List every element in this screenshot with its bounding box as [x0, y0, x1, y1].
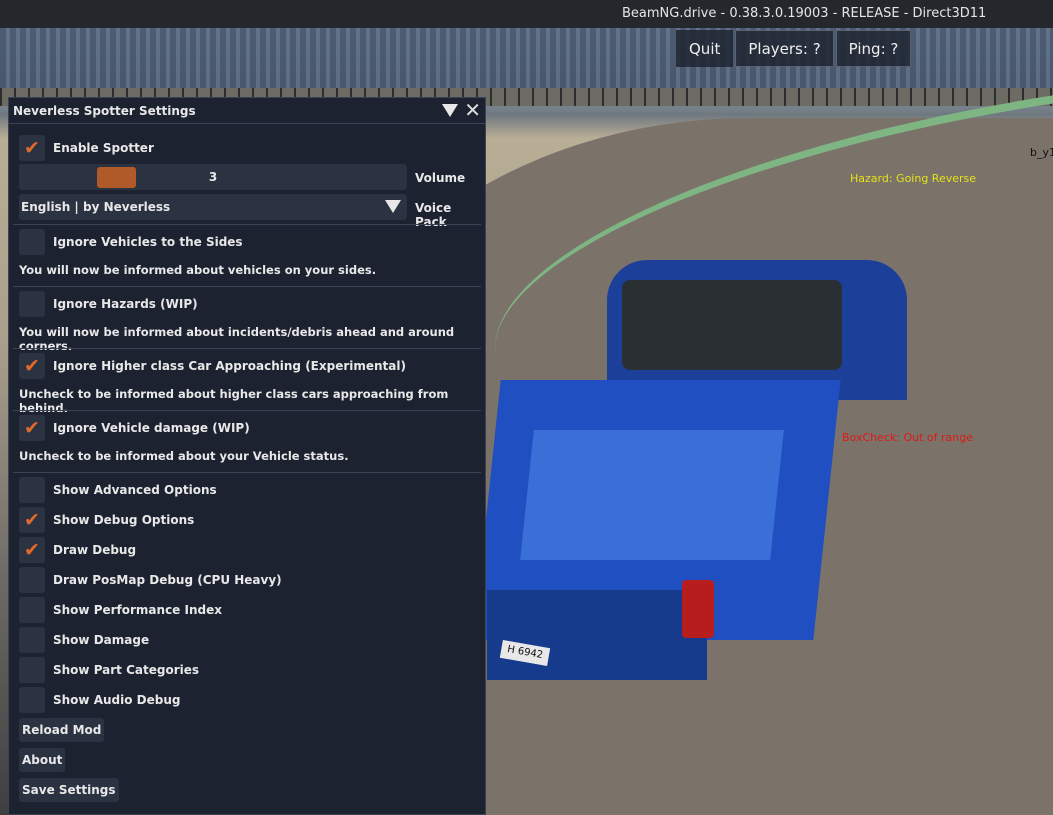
checkbox-box [19, 567, 45, 593]
ping-button[interactable]: Ping: ? [835, 30, 912, 67]
option-checkbox[interactable]: Show Part Categories [19, 657, 199, 683]
checkbox-label: Show Performance Index [53, 603, 222, 617]
checkbox-box [19, 657, 45, 683]
checkbox-label: Show Debug Options [53, 513, 195, 527]
divider [13, 224, 481, 225]
section-checkbox[interactable]: Ignore Vehicles to the Sides [19, 229, 243, 255]
voice-pack-dropdown[interactable]: English | by Neverless [19, 194, 407, 220]
window-title: Neverless Spotter Settings [13, 104, 196, 118]
section-checkbox[interactable]: ✔ Ignore Higher class Car Approaching (E… [19, 353, 406, 379]
window-titlebar: BeamNG.drive - 0.38.3.0.19003 - RELEASE … [0, 0, 1053, 28]
section-description: You will now be informed about vehicles … [19, 263, 377, 277]
option-checkbox[interactable]: ✔ Show Debug Options [19, 507, 194, 533]
save-settings-button[interactable]: Save Settings [19, 778, 119, 802]
pickup-truck: H 6942 [473, 260, 917, 700]
players-button[interactable]: Players: ? [735, 30, 834, 67]
debug-label: b_y1 [1030, 146, 1053, 159]
section-description: Uncheck to be informed about your Vehicl… [19, 449, 349, 463]
divider [13, 472, 481, 473]
checkbox-label: Enable Spotter [53, 141, 154, 155]
checkbox-label: Ignore Vehicles to the Sides [53, 235, 243, 249]
divider [13, 286, 481, 287]
section-checkbox[interactable]: Ignore Hazards (WIP) [19, 291, 198, 317]
checkmark-icon: ✔ [19, 353, 45, 379]
checkbox-label: Show Part Categories [53, 663, 200, 677]
top-bar: Quit Players: ? Ping: ? [676, 30, 912, 67]
checkmark-icon: ✔ [19, 135, 45, 161]
checkbox-label: Draw PosMap Debug (CPU Heavy) [53, 573, 282, 587]
divider [13, 348, 481, 349]
boxcheck-debug-text: BoxCheck: Out of range [842, 431, 974, 444]
about-button[interactable]: About [19, 748, 66, 772]
divider [13, 410, 481, 411]
checkbox-label: Draw Debug [53, 543, 137, 557]
chevron-down-icon [385, 200, 401, 213]
close-icon[interactable]: ✕ [464, 100, 481, 120]
slider-knob[interactable] [97, 167, 136, 188]
checkbox-box [19, 597, 45, 623]
volume-slider[interactable]: 3 [19, 164, 407, 190]
option-checkbox[interactable]: Show Audio Debug [19, 687, 180, 713]
option-checkbox[interactable]: Show Damage [19, 627, 149, 653]
quit-button[interactable]: Quit [676, 30, 734, 67]
hazard-debug-text: Hazard: Going Reverse [850, 172, 977, 185]
checkbox-box [19, 229, 45, 255]
spotter-settings-window: Neverless Spotter Settings ✕ ✔ Enable Sp… [8, 97, 486, 815]
collapse-icon[interactable] [442, 103, 459, 117]
checkbox-box [19, 291, 45, 317]
checkmark-icon: ✔ [19, 507, 45, 533]
checkmark-icon: ✔ [19, 537, 45, 563]
option-checkbox[interactable]: Show Performance Index [19, 597, 222, 623]
checkbox-box [19, 627, 45, 653]
checkbox-label: Show Damage [53, 633, 150, 647]
checkbox-label: Ignore Vehicle damage (WIP) [53, 421, 250, 435]
dropdown-value: English | by Neverless [21, 200, 171, 214]
checkbox-box [19, 477, 45, 503]
checkbox-box [19, 687, 45, 713]
option-checkbox[interactable]: ✔ Draw Debug [19, 537, 136, 563]
checkbox-label: Ignore Higher class Car Approaching (Exp… [53, 359, 406, 373]
section-checkbox[interactable]: ✔ Ignore Vehicle damage (WIP) [19, 415, 250, 441]
volume-label: Volume [415, 171, 466, 185]
window-header[interactable]: Neverless Spotter Settings ✕ [9, 98, 485, 124]
option-checkbox[interactable]: Draw PosMap Debug (CPU Heavy) [19, 567, 282, 593]
enable-spotter-checkbox[interactable]: ✔ Enable Spotter [19, 135, 154, 161]
volume-value: 3 [208, 170, 218, 184]
checkbox-label: Show Advanced Options [53, 483, 217, 497]
option-checkbox[interactable]: Show Advanced Options [19, 477, 217, 503]
checkmark-icon: ✔ [19, 415, 45, 441]
checkbox-label: Show Audio Debug [53, 693, 181, 707]
checkbox-label: Ignore Hazards (WIP) [53, 297, 198, 311]
window-title: BeamNG.drive - 0.38.3.0.19003 - RELEASE … [622, 6, 987, 21]
reload-mod-button[interactable]: Reload Mod [19, 718, 105, 742]
